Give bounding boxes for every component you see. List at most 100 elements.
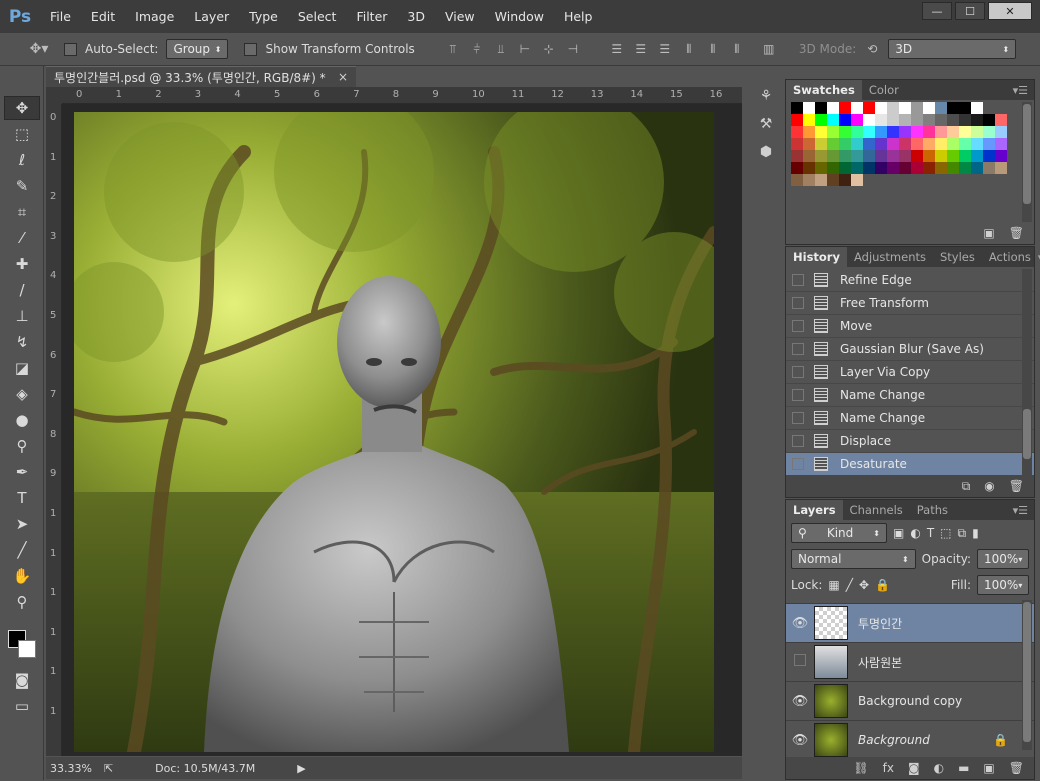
swatch[interactable] <box>791 126 803 138</box>
3d-panel-icon[interactable]: ⬢ <box>754 140 778 164</box>
history-item[interactable]: Layer Via Copy <box>786 361 1034 384</box>
menu-file[interactable]: File <box>40 9 81 24</box>
swatch[interactable] <box>839 150 851 162</box>
filter-adjustment-icon[interactable]: ◐ <box>910 526 920 540</box>
swatch[interactable] <box>815 138 827 150</box>
quick-select-tool-icon[interactable]: ✎ <box>4 174 40 198</box>
swatch[interactable] <box>803 174 815 186</box>
export-icon[interactable]: ⇱ <box>104 762 113 775</box>
tab-color[interactable]: Color <box>862 80 906 100</box>
add-mask-icon[interactable]: ◙ <box>908 761 920 775</box>
lock-position-icon[interactable]: ✥ <box>859 578 869 592</box>
zoom-tool-icon[interactable]: ⚲ <box>4 590 40 614</box>
path-select-tool-icon[interactable]: ➤ <box>4 512 40 536</box>
swatch[interactable] <box>887 138 899 150</box>
swatch[interactable] <box>899 138 911 150</box>
3d-rotate-icon[interactable]: ⟲ <box>864 41 880 57</box>
new-swatch-icon[interactable]: ▣ <box>983 226 994 240</box>
menu-3d[interactable]: 3D <box>397 9 435 24</box>
swatch[interactable] <box>875 162 887 174</box>
tab-layers[interactable]: Layers <box>786 500 843 520</box>
brush-tool-icon[interactable]: / <box>4 278 40 302</box>
swatch[interactable] <box>815 114 827 126</box>
layer-row[interactable]: 사람원본 <box>786 642 1034 681</box>
tab-paths[interactable]: Paths <box>910 500 955 520</box>
swatch[interactable] <box>815 162 827 174</box>
swatch[interactable] <box>803 102 815 114</box>
history-item[interactable]: Name Change <box>786 407 1034 430</box>
swatch[interactable] <box>995 150 1007 162</box>
swatch[interactable] <box>839 114 851 126</box>
lock-all-icon[interactable]: 🔒 <box>875 578 890 592</box>
swatch[interactable] <box>923 126 935 138</box>
new-group-icon[interactable]: ▬ <box>958 761 969 775</box>
swatch[interactable] <box>911 126 923 138</box>
kind-filter-dropdown[interactable]: ⚲ Kind ⬍ <box>791 523 887 543</box>
swatch[interactable] <box>791 174 803 186</box>
marquee-tool-icon[interactable]: ⬚ <box>4 122 40 146</box>
filter-shape-icon[interactable]: ⬚ <box>940 526 951 540</box>
menu-select[interactable]: Select <box>288 9 347 24</box>
pen-tool-icon[interactable]: ✒ <box>4 460 40 484</box>
color-swatches[interactable] <box>0 618 43 666</box>
distribute-right-icon[interactable]: ⫴ <box>729 41 745 57</box>
swatch[interactable] <box>851 162 863 174</box>
swatch[interactable] <box>791 102 803 114</box>
layer-row[interactable]: 👁 Background copy <box>786 681 1034 720</box>
swatch[interactable] <box>827 150 839 162</box>
align-top-icon[interactable]: ⫪ <box>445 41 461 57</box>
swatch[interactable] <box>875 138 887 150</box>
distribute-top-icon[interactable]: ☰ <box>609 41 625 57</box>
swatch[interactable] <box>803 162 815 174</box>
history-checkbox[interactable] <box>792 274 804 286</box>
brush-presets-icon[interactable]: ⚘ <box>754 84 778 108</box>
auto-select-dropdown[interactable]: Group ⬍ <box>166 39 229 59</box>
swatch[interactable] <box>947 114 959 126</box>
swatch[interactable] <box>971 102 983 114</box>
swatch[interactable] <box>911 138 923 150</box>
align-left-icon[interactable]: ⊢ <box>517 41 533 57</box>
tab-channels[interactable]: Channels <box>843 500 910 520</box>
swatch[interactable] <box>827 114 839 126</box>
line-tool-icon[interactable]: ╱ <box>4 538 40 562</box>
swatch[interactable] <box>851 138 863 150</box>
menu-window[interactable]: Window <box>485 9 554 24</box>
opacity-input[interactable]: 100% ▾ <box>977 549 1029 569</box>
history-item[interactable]: Displace <box>786 430 1034 453</box>
blur-tool-icon[interactable]: ● <box>4 408 40 432</box>
fill-input[interactable]: 100% ▾ <box>977 575 1029 595</box>
swatch[interactable] <box>959 150 971 162</box>
show-transform-checkbox[interactable] <box>244 42 258 56</box>
swatch[interactable] <box>959 138 971 150</box>
eye-icon[interactable]: 👁 <box>786 733 814 748</box>
eye-icon[interactable]: 👁 <box>786 694 814 709</box>
history-item[interactable]: Name Change <box>786 384 1034 407</box>
filter-type-icon[interactable]: T <box>927 526 934 540</box>
adjustment-layer-icon[interactable]: ◐ <box>934 761 944 775</box>
swatch[interactable] <box>887 162 899 174</box>
menu-edit[interactable]: Edit <box>81 9 125 24</box>
menu-filter[interactable]: Filter <box>346 9 397 24</box>
eye-icon[interactable]: 👁 <box>786 616 814 631</box>
history-item[interactable]: Refine Edge <box>786 269 1034 292</box>
horizontal-ruler[interactable]: 0 1 2 3 4 5 6 7 8 9 10 11 12 13 14 15 16 <box>62 87 742 104</box>
swatch[interactable] <box>947 138 959 150</box>
screen-mode-icon[interactable]: ▭ <box>4 694 40 718</box>
document-canvas[interactable] <box>74 112 714 752</box>
swatch[interactable] <box>995 126 1007 138</box>
swatch[interactable] <box>983 126 995 138</box>
swatch[interactable] <box>839 138 851 150</box>
paint-bucket-tool-icon[interactable]: ◈ <box>4 382 40 406</box>
close-button[interactable]: ✕ <box>988 2 1032 20</box>
history-checkbox[interactable] <box>792 458 804 470</box>
swatch[interactable] <box>983 150 995 162</box>
snapshot-icon[interactable]: ◉ <box>984 479 994 493</box>
status-menu-arrow-icon[interactable]: ▶ <box>297 762 305 775</box>
swatch[interactable] <box>827 102 839 114</box>
swatch[interactable] <box>827 138 839 150</box>
swatch[interactable] <box>875 114 887 126</box>
swatch[interactable] <box>887 114 899 126</box>
history-checkbox[interactable] <box>792 412 804 424</box>
eyedropper-tool-icon[interactable]: ⁄ <box>4 226 40 250</box>
layer-name[interactable]: Background <box>858 733 930 747</box>
